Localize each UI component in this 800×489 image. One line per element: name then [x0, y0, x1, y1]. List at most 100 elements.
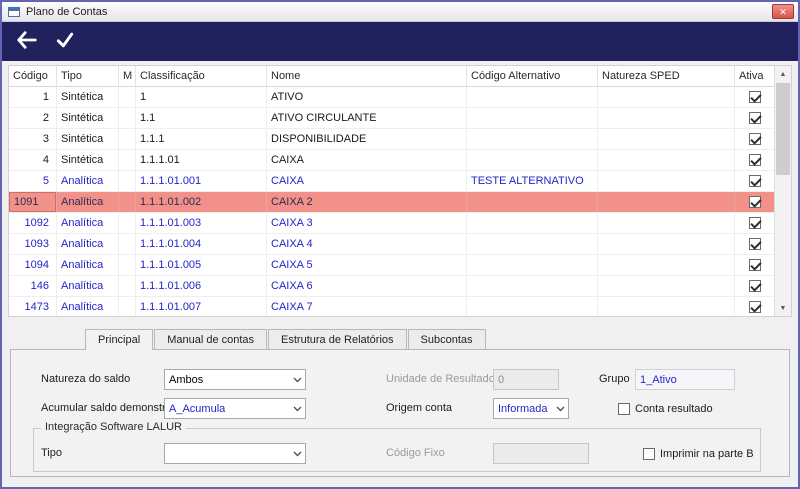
column-header-classificacao[interactable]: Classificação	[136, 66, 267, 86]
acumular-saldo-value: A_Acumula	[169, 402, 226, 415]
ativa-checkbox[interactable]	[749, 154, 761, 166]
chevron-down-icon	[290, 406, 305, 412]
grid-row[interactable]: 1092 Analítica 1.1.1.01.003 CAIXA 3	[9, 213, 774, 234]
grid-row[interactable]: 1094 Analítica 1.1.1.01.005 CAIXA 5	[9, 255, 774, 276]
cell-nome: CAIXA 7	[267, 297, 467, 316]
cell-ativa	[735, 129, 774, 149]
grid-rows: 1 Sintética 1 ATIVO 2 Sintética 1.1 ATIV…	[9, 87, 774, 316]
ativa-checkbox[interactable]	[749, 280, 761, 292]
ativa-checkbox[interactable]	[749, 301, 761, 313]
cell-nome: CAIXA 6	[267, 276, 467, 296]
column-header-m[interactable]: M	[119, 66, 136, 86]
app-icon	[8, 6, 20, 17]
grid-row[interactable]: 3 Sintética 1.1.1 DISPONIBILIDADE	[9, 129, 774, 150]
cell-tipo: Analítica	[57, 255, 119, 275]
cell-m	[119, 171, 136, 191]
cell-natureza-sped	[598, 255, 735, 275]
grid-row[interactable]: 1 Sintética 1 ATIVO	[9, 87, 774, 108]
cell-natureza-sped	[598, 213, 735, 233]
grupo-field[interactable]: 1_Ativo	[635, 369, 735, 390]
scroll-down-button[interactable]: ▼	[775, 300, 791, 316]
scroll-up-button[interactable]: ▲	[775, 66, 791, 82]
cell-tipo: Analítica	[57, 276, 119, 296]
tab-estrutura-de-relatorios[interactable]: Estrutura de Relatórios	[268, 329, 407, 349]
ativa-checkbox[interactable]	[749, 112, 761, 124]
cell-tipo: Analítica	[57, 192, 119, 212]
cell-nome: CAIXA 2	[267, 192, 467, 212]
confirm-button[interactable]	[50, 27, 80, 57]
cell-m	[119, 192, 136, 212]
column-header-codigo-alternativo[interactable]: Código Alternativo	[467, 66, 598, 86]
ativa-checkbox[interactable]	[749, 175, 761, 187]
cell-ativa	[735, 213, 774, 233]
natureza-saldo-select[interactable]: Ambos	[164, 369, 306, 390]
cell-m	[119, 255, 136, 275]
cell-tipo: Analítica	[57, 213, 119, 233]
cell-codigo: 1092	[9, 213, 57, 233]
ativa-checkbox[interactable]	[749, 259, 761, 271]
origem-conta-label: Origem conta	[386, 402, 453, 414]
cell-m	[119, 87, 136, 107]
cell-natureza-sped	[598, 192, 735, 212]
cell-codigo: 5	[9, 171, 57, 191]
principal-panel: Natureza do saldo Ambos Unidade de Resul…	[10, 349, 790, 477]
column-header-ativa[interactable]: Ativa	[735, 66, 774, 86]
unidade-resultado-field: 0	[493, 369, 559, 390]
scrollbar-thumb[interactable]	[776, 83, 790, 175]
vertical-scrollbar[interactable]: ▲ ▼	[774, 66, 791, 316]
cell-codigo: 1473	[9, 297, 57, 316]
conta-resultado-checkbox[interactable]: Conta resultado	[618, 398, 713, 419]
ativa-checkbox[interactable]	[749, 196, 761, 208]
cell-m	[119, 108, 136, 128]
cell-classificacao: 1.1.1.01.005	[136, 255, 267, 275]
grid-row[interactable]: 4 Sintética 1.1.1.01 CAIXA	[9, 150, 774, 171]
close-icon: ✕	[779, 6, 787, 17]
ativa-checkbox[interactable]	[749, 91, 761, 103]
lalur-tipo-select[interactable]	[164, 443, 306, 464]
column-header-nome[interactable]: Nome	[267, 66, 467, 86]
grid-header: Código Tipo M Classificação Nome Código …	[9, 66, 774, 87]
cell-natureza-sped	[598, 276, 735, 296]
column-header-natureza-sped[interactable]: Natureza SPED	[598, 66, 735, 86]
grid-row[interactable]: 1473 Analítica 1.1.1.01.007 CAIXA 7	[9, 297, 774, 316]
tab-subcontas[interactable]: Subcontas	[407, 329, 486, 349]
cell-natureza-sped	[598, 87, 735, 107]
cell-tipo: Analítica	[57, 297, 119, 316]
close-button[interactable]: ✕	[772, 4, 794, 19]
cell-codigo: 4	[9, 150, 57, 170]
cell-codigo: 3	[9, 129, 57, 149]
tab-manual-de-contas[interactable]: Manual de contas	[154, 329, 268, 349]
back-button[interactable]	[12, 27, 42, 57]
cell-classificacao: 1.1.1.01.006	[136, 276, 267, 296]
acumular-saldo-select[interactable]: A_Acumula	[164, 398, 306, 419]
cell-tipo: Sintética	[57, 129, 119, 149]
ativa-checkbox[interactable]	[749, 133, 761, 145]
cell-codigo-alternativo	[467, 87, 598, 107]
grid-row[interactable]: 2 Sintética 1.1 ATIVO CIRCULANTE	[9, 108, 774, 129]
cell-tipo: Analítica	[57, 234, 119, 254]
cell-codigo-alternativo	[467, 108, 598, 128]
grid-row[interactable]: 5 Analítica 1.1.1.01.001 CAIXA TESTE ALT…	[9, 171, 774, 192]
cell-classificacao: 1.1.1	[136, 129, 267, 149]
grid-row[interactable]: 146 Analítica 1.1.1.01.006 CAIXA 6	[9, 276, 774, 297]
ativa-checkbox[interactable]	[749, 217, 761, 229]
ativa-checkbox[interactable]	[749, 238, 761, 250]
imprimir-parte-b-checkbox[interactable]: Imprimir na parte B	[643, 443, 754, 464]
cell-codigo-alternativo	[467, 213, 598, 233]
cell-codigo: 1	[9, 87, 57, 107]
grid-row[interactable]: 1093 Analítica 1.1.1.01.004 CAIXA 4	[9, 234, 774, 255]
cell-nome: CAIXA	[267, 171, 467, 191]
column-header-codigo[interactable]: Código	[9, 66, 57, 86]
cell-natureza-sped	[598, 171, 735, 191]
cell-ativa	[735, 297, 774, 316]
origem-conta-select[interactable]: Informada	[493, 398, 569, 419]
tab-principal[interactable]: Principal	[85, 329, 154, 350]
column-header-tipo[interactable]: Tipo	[57, 66, 119, 86]
cell-classificacao: 1.1	[136, 108, 267, 128]
cell-nome: DISPONIBILIDADE	[267, 129, 467, 149]
cell-m	[119, 234, 136, 254]
cell-m	[119, 213, 136, 233]
grid-row[interactable]: 1091 Analítica 1.1.1.01.002 CAIXA 2	[9, 192, 774, 213]
grupo-label: Grupo	[599, 373, 630, 385]
cell-nome: CAIXA 3	[267, 213, 467, 233]
